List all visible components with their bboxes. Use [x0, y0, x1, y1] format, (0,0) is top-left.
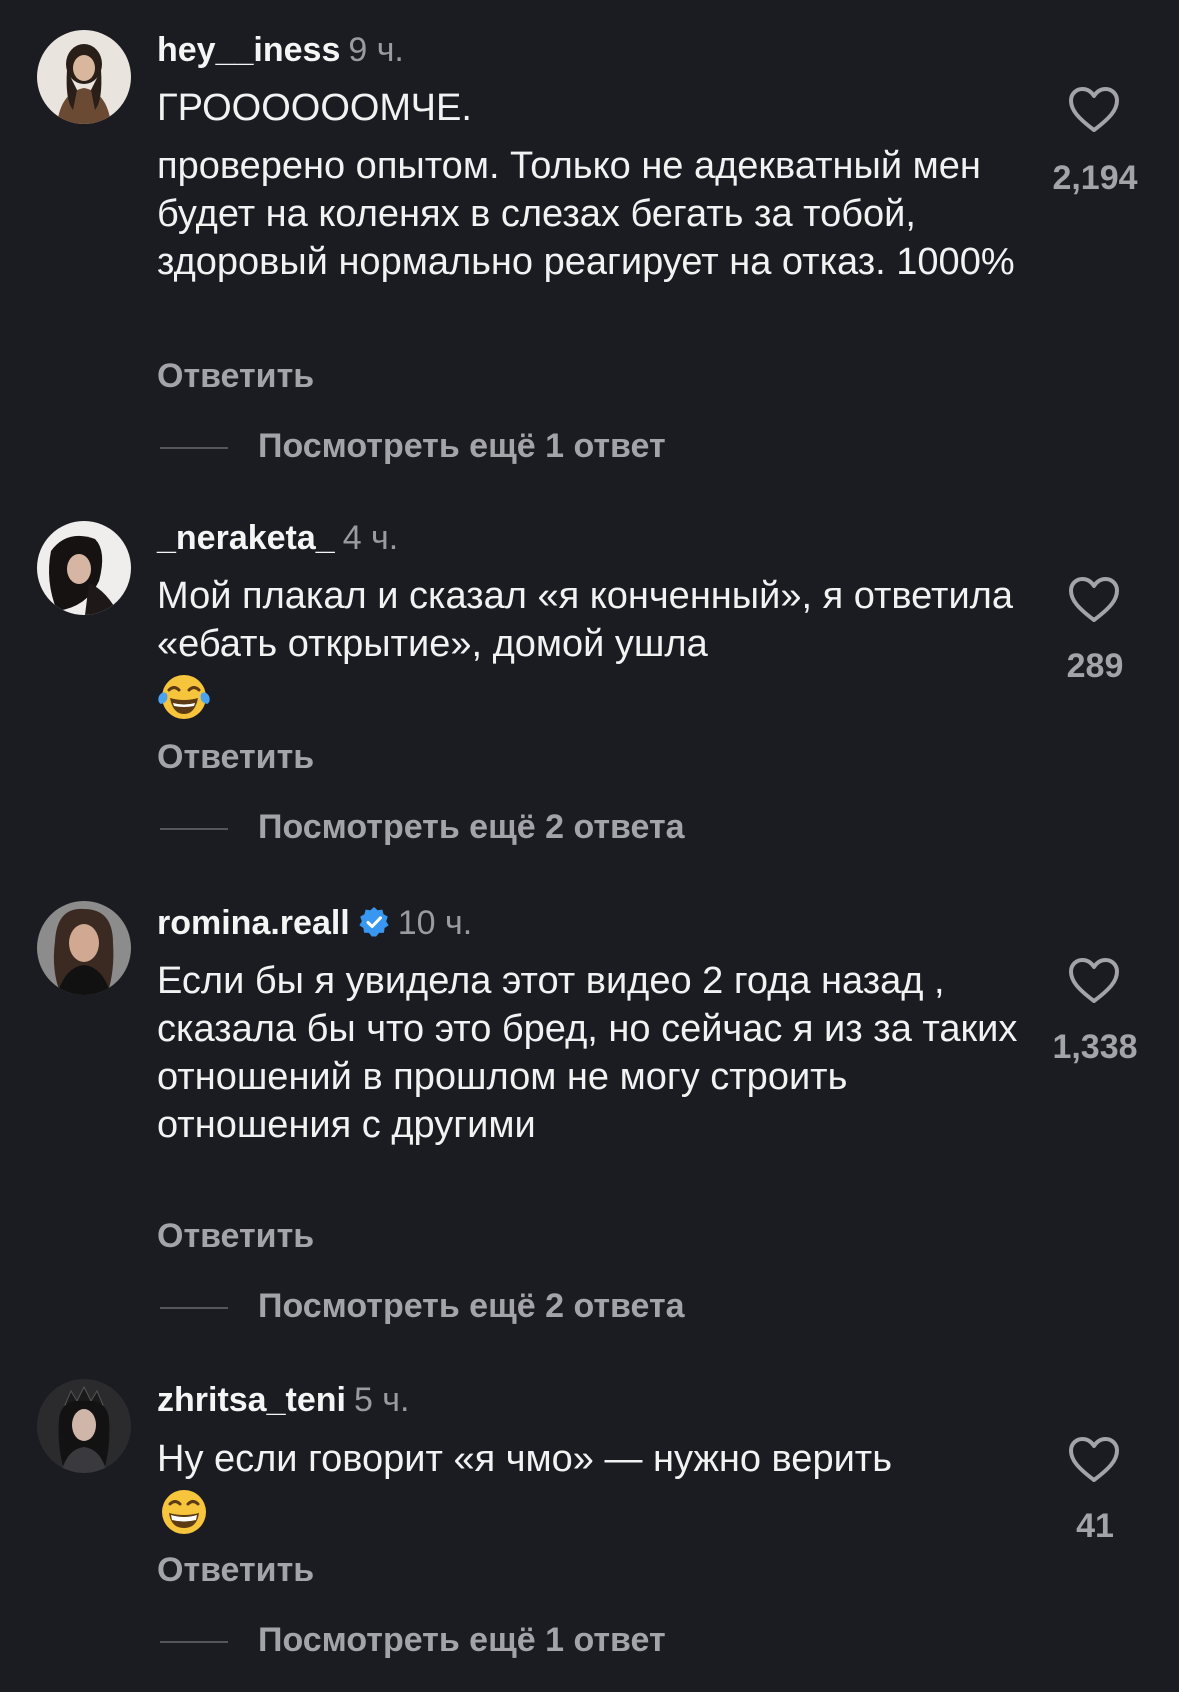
avatar[interactable] — [37, 1379, 131, 1473]
comment-header: romina.reall 10 ч. — [157, 903, 472, 943]
like-count: 1,338 — [1052, 1028, 1138, 1066]
like-button[interactable] — [1068, 86, 1120, 134]
comment-text: ГРООООООМЧЕ. проверено опытом. Только не… — [157, 84, 1037, 286]
timestamp: 4 ч. — [342, 519, 399, 557]
comment-text: Мой плакал и сказал «я конченный», я отв… — [157, 572, 1037, 722]
view-more-replies-label: Посмотреть ещё 1 ответ — [258, 427, 666, 465]
reply-button[interactable]: Ответить — [157, 1216, 314, 1256]
view-more-replies-label: Посмотреть ещё 1 ответ — [258, 1621, 666, 1659]
comment-header: hey__iness 9 ч. — [157, 30, 404, 70]
username[interactable]: romina.reall — [157, 904, 350, 942]
avatar[interactable] — [37, 521, 131, 615]
verified-badge-icon — [359, 907, 389, 937]
like-button[interactable] — [1068, 576, 1120, 624]
laughing-with-tears-emoji — [158, 675, 210, 719]
comment-paragraph: Ну если говорит «я чмо» — нужно верить — [157, 1438, 893, 1480]
divider — [160, 828, 228, 831]
like-count: 41 — [1076, 1507, 1114, 1545]
like-count: 2,194 — [1052, 159, 1138, 197]
like-count: 289 — [1066, 647, 1124, 685]
username[interactable]: hey__iness — [157, 31, 340, 69]
comment-text: Ну если говорит «я чмо» — нужно верить — [157, 1435, 1037, 1537]
avatar-photo-icon — [37, 521, 131, 615]
comment-paragraph: Если бы я увидела этот видео 2 года наза… — [157, 960, 1018, 1146]
like-button[interactable] — [1068, 957, 1120, 1005]
avatar-photo-icon — [37, 1379, 131, 1473]
view-more-replies-button[interactable]: Посмотреть ещё 1 ответ — [160, 1620, 666, 1660]
reply-button[interactable]: Ответить — [157, 1550, 314, 1590]
grinning-face-emoji — [162, 1490, 206, 1534]
heart-outline-icon — [1069, 958, 1119, 1003]
divider — [160, 1307, 228, 1310]
view-more-replies-label: Посмотреть ещё 2 ответа — [258, 1287, 685, 1325]
heart-outline-icon — [1069, 1437, 1119, 1482]
view-more-replies-button[interactable]: Посмотреть ещё 2 ответа — [160, 1286, 685, 1326]
comment-paragraph: Мой плакал и сказал «я конченный», я отв… — [157, 575, 1013, 665]
comment-text: Если бы я увидела этот видео 2 года наза… — [157, 957, 1037, 1149]
heart-outline-icon — [1069, 577, 1119, 622]
like-button[interactable] — [1068, 1436, 1120, 1484]
comment-header: zhritsa_teni 5 ч. — [157, 1380, 409, 1420]
heart-outline-icon — [1069, 87, 1119, 132]
view-more-replies-button[interactable]: Посмотреть ещё 2 ответа — [160, 807, 685, 847]
timestamp: 9 ч. — [348, 31, 404, 69]
avatar[interactable] — [37, 901, 131, 995]
reply-button[interactable]: Ответить — [157, 737, 314, 777]
divider — [160, 447, 228, 450]
avatar-photo-icon — [37, 901, 131, 995]
reply-button[interactable]: Ответить — [157, 356, 314, 396]
view-more-replies-button[interactable]: Посмотреть ещё 1 ответ — [160, 426, 666, 466]
comment-header: _neraketa_ 4 ч. — [157, 518, 398, 558]
timestamp: 5 ч. — [353, 1381, 410, 1419]
avatar[interactable] — [37, 30, 131, 124]
divider — [160, 1641, 228, 1644]
timestamp: 10 ч. — [397, 904, 473, 942]
username[interactable]: _neraketa_ — [157, 519, 335, 557]
comment-paragraph: ГРООООООМЧЕ. — [157, 87, 472, 129]
comment-paragraph: проверено опытом. Только не адекватный м… — [157, 145, 1015, 283]
view-more-replies-label: Посмотреть ещё 2 ответа — [258, 808, 685, 846]
username[interactable]: zhritsa_teni — [157, 1381, 346, 1419]
avatar-photo-icon — [37, 30, 131, 124]
